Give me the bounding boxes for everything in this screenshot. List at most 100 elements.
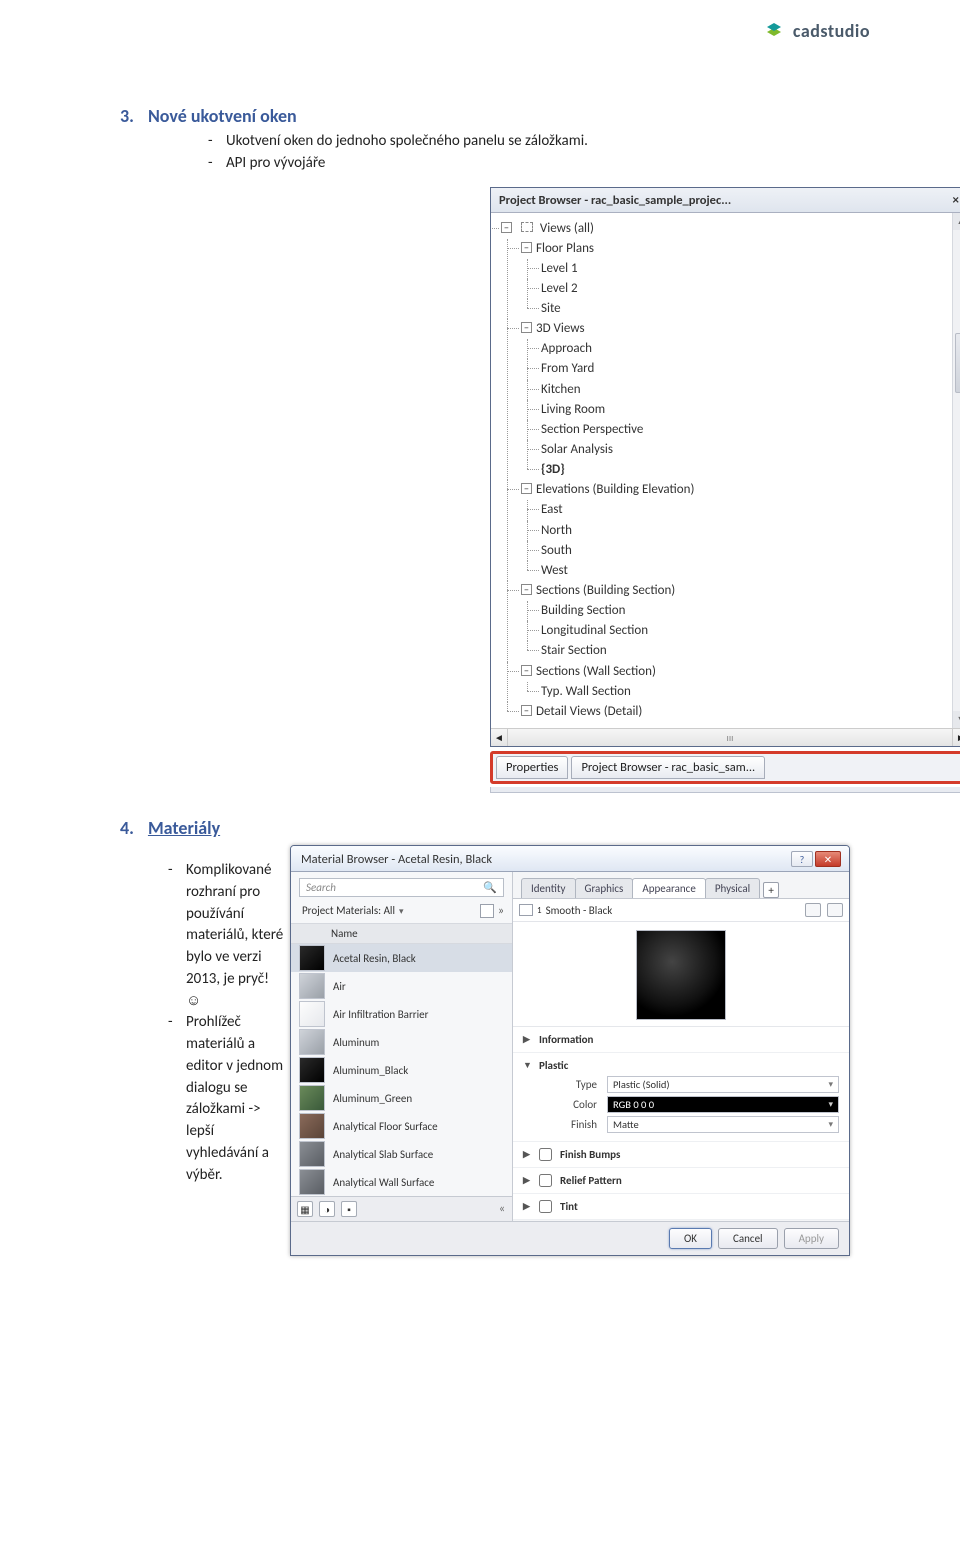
tree-item[interactable]: Level 2 xyxy=(541,281,578,296)
tree-item[interactable]: Approach xyxy=(541,341,592,356)
tree-item[interactable]: Solar Analysis xyxy=(541,442,613,457)
material-row[interactable]: Analytical Wall Surface xyxy=(291,1168,512,1196)
tree-item[interactable]: Site xyxy=(541,301,561,316)
dialog-button-row: OK Cancel Apply xyxy=(291,1221,849,1255)
scroll-left-icon[interactable]: ◄ xyxy=(491,729,508,746)
expand-library-icon[interactable]: » xyxy=(498,904,504,918)
hscroll-track[interactable]: ııı xyxy=(508,731,952,744)
tree-item[interactable]: Stair Section xyxy=(541,643,607,658)
expander-icon[interactable]: − xyxy=(521,242,532,253)
tree-item[interactable]: Section Perspective xyxy=(541,422,643,437)
panel-title-text: Project Browser - rac_basic_sample_proje… xyxy=(499,193,731,208)
asset-icon[interactable] xyxy=(519,904,533,916)
asset-count: 1 xyxy=(537,905,542,916)
tree-group[interactable]: Floor Plans xyxy=(536,241,594,256)
tree-root[interactable]: Views (all) xyxy=(540,221,594,236)
tree-item[interactable]: From Yard xyxy=(541,361,594,376)
expander-icon[interactable]: − xyxy=(501,222,512,233)
scroll-right-icon[interactable]: ► xyxy=(952,729,960,746)
scroll-thumb[interactable] xyxy=(955,333,960,393)
expander-icon[interactable]: − xyxy=(521,584,532,595)
tree-item[interactable]: West xyxy=(541,563,568,578)
tab-identity[interactable]: Identity xyxy=(521,878,576,898)
tree-item[interactable]: North xyxy=(541,523,572,538)
duplicate-asset-icon[interactable] xyxy=(827,903,843,917)
prop-finish-value[interactable]: Matte▾ xyxy=(607,1116,839,1133)
material-row[interactable]: Analytical Slab Surface xyxy=(291,1140,512,1168)
scroll-down-icon[interactable]: ▼ xyxy=(953,711,960,728)
tree-item[interactable]: {3D} xyxy=(541,462,565,477)
new-material-icon[interactable]: ◑ xyxy=(319,1201,335,1217)
dialog-titlebar: Material Browser - Acetal Resin, Black ?… xyxy=(291,846,849,872)
search-input[interactable]: Search 🔍 xyxy=(299,878,504,897)
expander-icon[interactable]: − xyxy=(521,665,532,676)
relief-pattern-checkbox[interactable] xyxy=(539,1174,552,1187)
material-row[interactable]: Aluminum_Green xyxy=(291,1084,512,1112)
tree-item[interactable]: Building Section xyxy=(541,603,625,618)
preview-thumbnail[interactable] xyxy=(636,930,726,1020)
replace-asset-icon[interactable] xyxy=(805,903,821,917)
section-plastic-label: Plastic xyxy=(539,1059,568,1072)
horizontal-scrollbar[interactable]: ◄ ııı ► xyxy=(491,728,960,746)
tint-checkbox[interactable] xyxy=(539,1200,552,1213)
tree-group[interactable]: Sections (Building Section) xyxy=(536,583,675,598)
search-icon[interactable]: 🔍 xyxy=(483,881,497,894)
tree-item[interactable]: South xyxy=(541,543,572,558)
add-tab-icon[interactable]: + xyxy=(763,882,779,898)
tab-properties[interactable]: Properties xyxy=(496,756,568,779)
prop-color-value[interactable]: RGB 0 0 0▾ xyxy=(607,1096,839,1113)
filter-dropdown[interactable]: Project Materials: All xyxy=(299,902,419,919)
tree-item[interactable]: Kitchen xyxy=(541,382,581,397)
section-relief-pattern[interactable]: ▶ Relief Pattern xyxy=(523,1172,839,1189)
material-preview xyxy=(513,922,849,1027)
material-row[interactable]: Aluminum_Black xyxy=(291,1056,512,1084)
section-4-title: Materiály xyxy=(148,817,220,839)
tree-item[interactable]: Longitudinal Section xyxy=(541,623,648,638)
views-group-icon xyxy=(521,222,533,232)
vertical-scrollbar[interactable]: ▲ ▼ xyxy=(952,213,960,729)
library-icon[interactable]: ▦ xyxy=(297,1201,313,1217)
toolbar-icon[interactable]: ▪ xyxy=(341,1201,357,1217)
section-tint[interactable]: ▶ Tint xyxy=(523,1198,839,1215)
cancel-button[interactable]: Cancel xyxy=(718,1228,778,1249)
prop-type-value[interactable]: Plastic (Solid)▾ xyxy=(607,1076,839,1093)
tree-item[interactable]: Level 1 xyxy=(541,261,578,276)
material-row[interactable]: Air Infiltration Barrier xyxy=(291,1000,512,1028)
section-information[interactable]: ▶ Information xyxy=(523,1031,839,1048)
tree-group[interactable]: Sections (Wall Section) xyxy=(536,664,656,679)
material-row[interactable]: Aluminum xyxy=(291,1028,512,1056)
list-column-header[interactable]: Name xyxy=(291,923,512,944)
material-row[interactable]: Acetal Resin, Black xyxy=(291,944,512,972)
expander-icon[interactable]: − xyxy=(521,483,532,494)
help-button[interactable]: ? xyxy=(791,851,813,867)
finish-bumps-checkbox[interactable] xyxy=(539,1148,552,1161)
tree-group[interactable]: Elevations (Building Elevation) xyxy=(536,482,694,497)
section-plastic[interactable]: ▼ Plastic xyxy=(523,1057,839,1074)
project-browser-tree[interactable]: − Views (all) −Floor PlansLevel 1Level 2… xyxy=(499,219,960,723)
tab-graphics[interactable]: Graphics xyxy=(575,878,634,898)
expander-icon[interactable]: − xyxy=(521,322,532,333)
close-button[interactable]: ✕ xyxy=(815,851,841,867)
apply-button[interactable]: Apply xyxy=(784,1228,839,1249)
view-toggle-icon[interactable] xyxy=(480,904,494,918)
ok-button[interactable]: OK xyxy=(669,1228,712,1249)
section-3-number: 3. xyxy=(120,105,134,127)
logo-text: cadstudio xyxy=(793,20,870,42)
material-list[interactable]: Acetal Resin, BlackAirAir Infiltration B… xyxy=(291,944,512,1196)
material-swatch xyxy=(299,1169,325,1195)
tab-physical[interactable]: Physical xyxy=(705,878,760,898)
tree-item[interactable]: Typ. Wall Section xyxy=(541,684,631,699)
tab-appearance[interactable]: Appearance xyxy=(632,878,705,898)
material-row[interactable]: Analytical Floor Surface xyxy=(291,1112,512,1140)
tree-group[interactable]: 3D Views xyxy=(536,321,585,336)
scroll-up-icon[interactable]: ▲ xyxy=(953,213,960,230)
tree-item[interactable]: Living Room xyxy=(541,402,605,417)
section-finish-bumps[interactable]: ▶ Finish Bumps xyxy=(523,1146,839,1163)
expander-icon[interactable]: − xyxy=(521,705,532,716)
material-row[interactable]: Air xyxy=(291,972,512,1000)
tree-group[interactable]: Detail Views (Detail) xyxy=(536,704,642,719)
tree-item[interactable]: East xyxy=(541,502,563,517)
collapse-icon[interactable]: « xyxy=(499,1202,506,1216)
close-icon[interactable]: × xyxy=(951,193,960,208)
tab-project-browser[interactable]: Project Browser - rac_basic_sam... xyxy=(571,756,765,779)
